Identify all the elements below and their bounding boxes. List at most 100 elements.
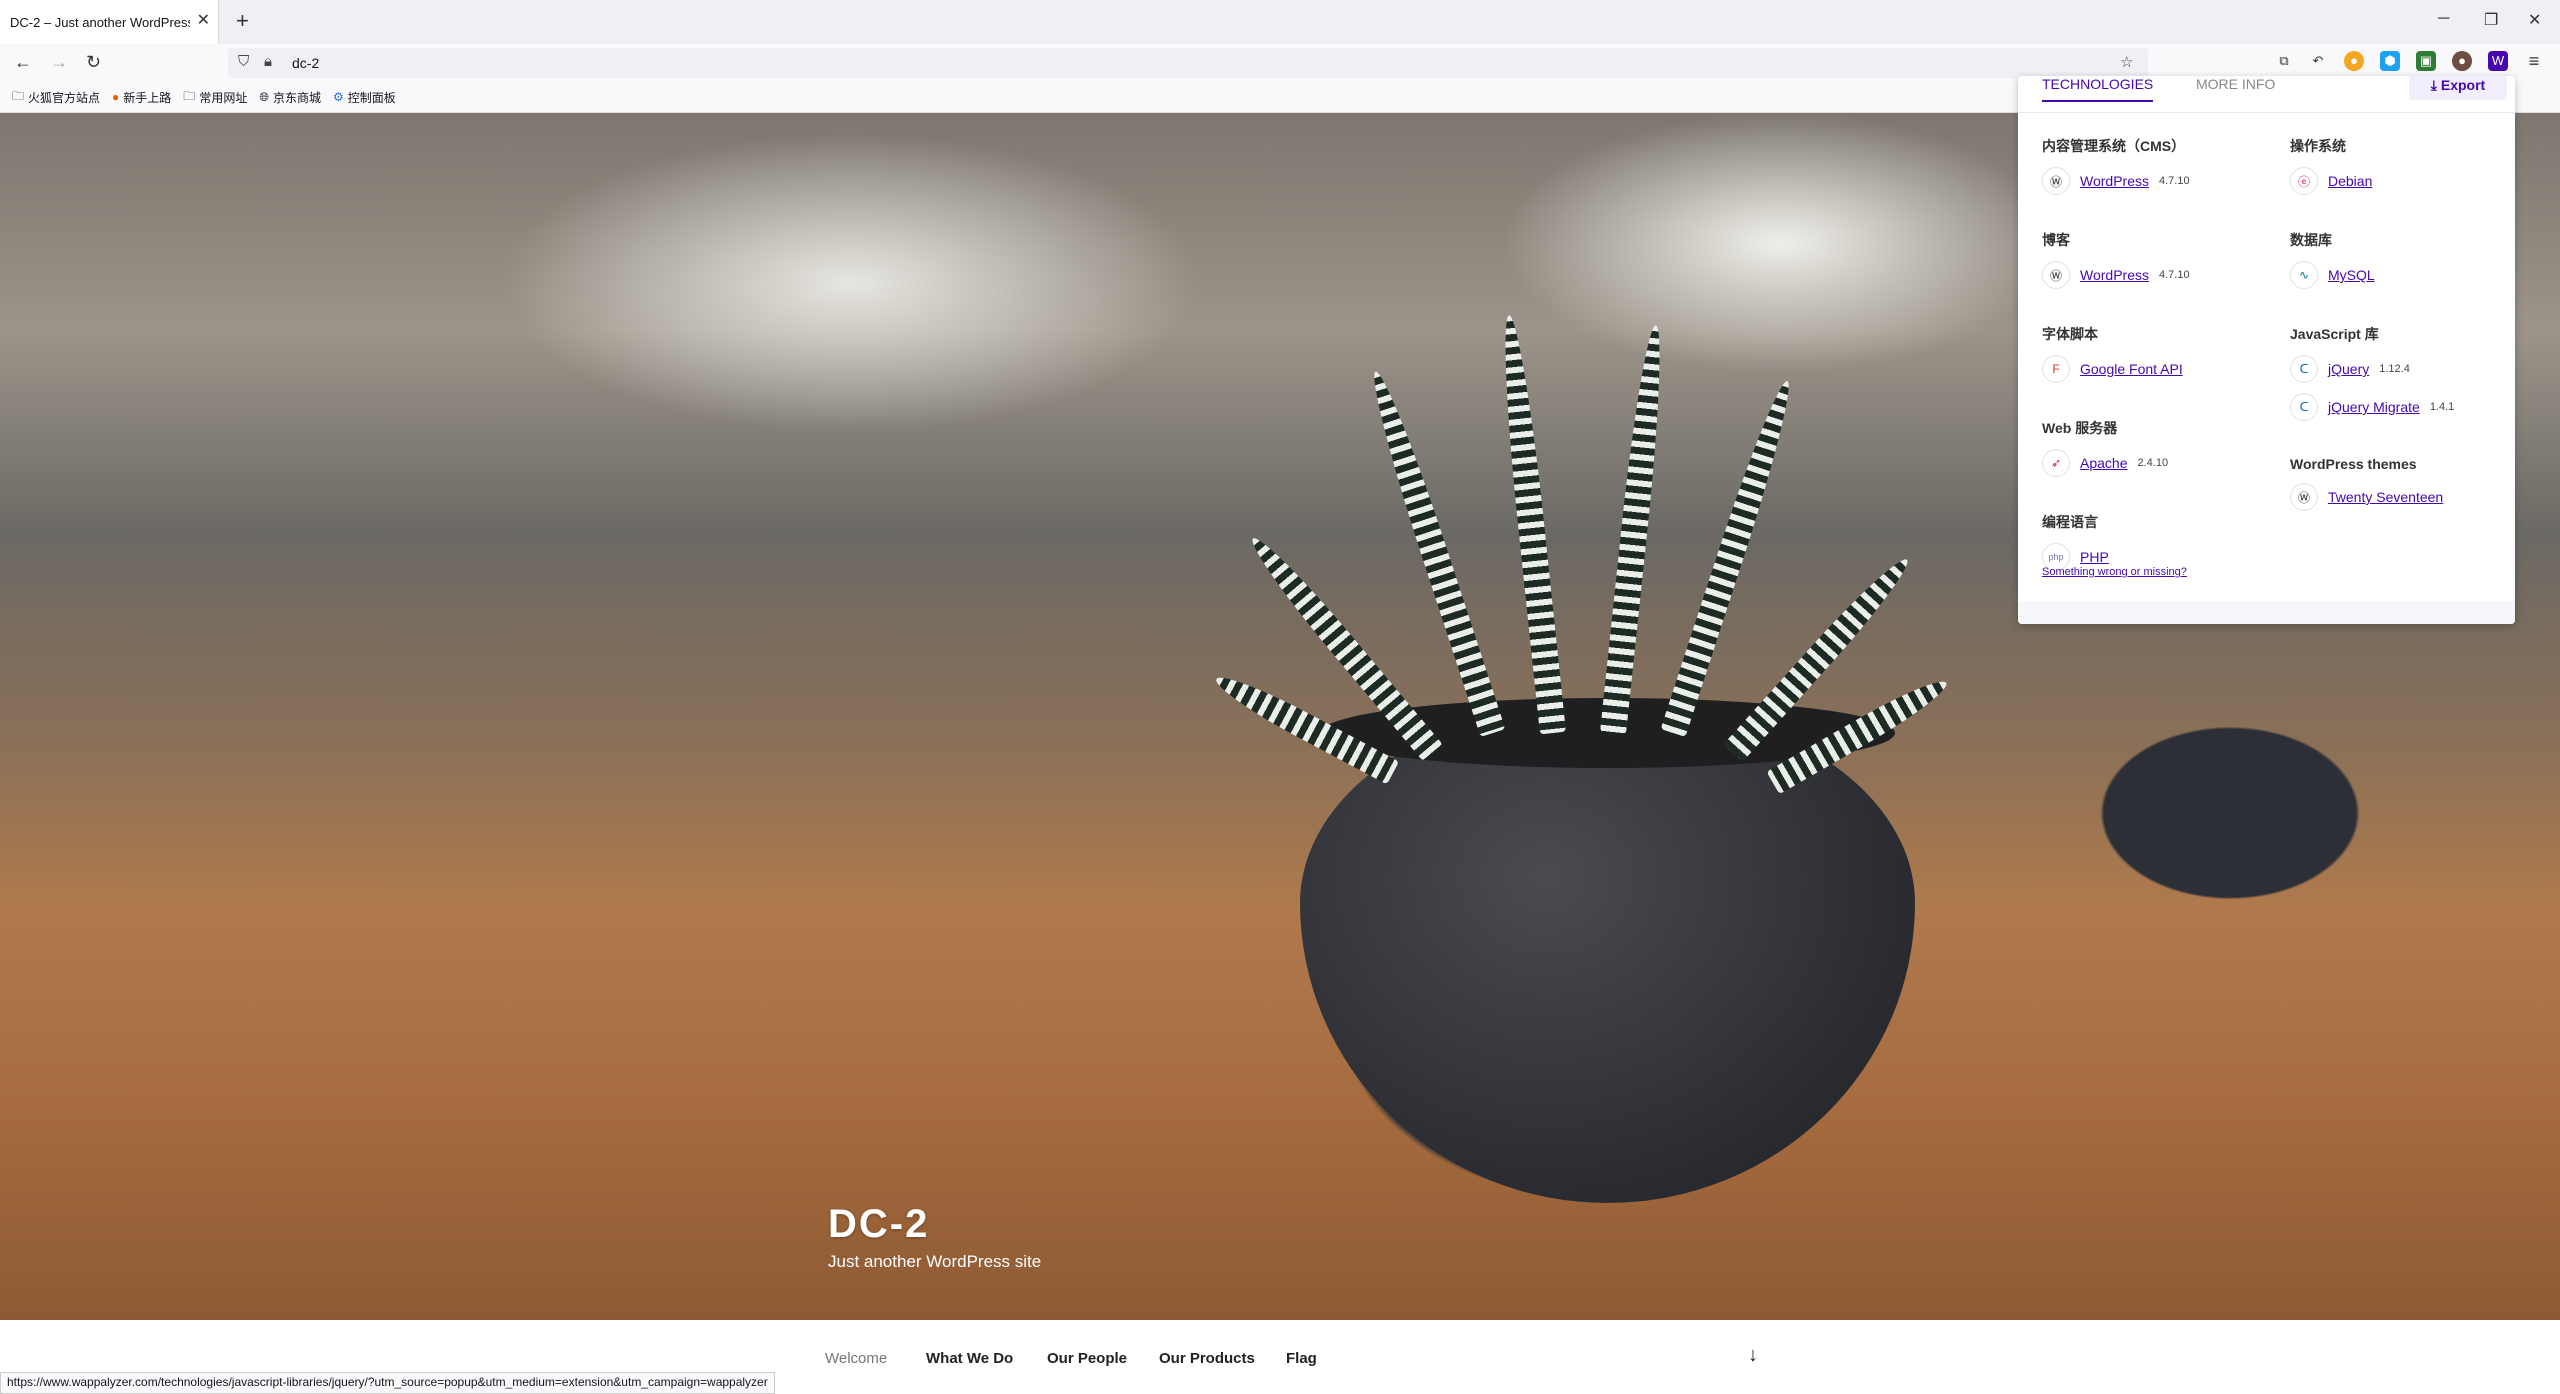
window-close-icon[interactable]: ✕ [2528, 10, 2541, 30]
category-label: 编程语言 [2042, 514, 2098, 530]
folder-icon: 🗀 [12, 88, 25, 103]
bookmark-item[interactable]: 🌐︎ 京东商城 [259, 89, 321, 106]
lock-icon[interactable]: 🔒︎ [264, 53, 272, 70]
popup-tabs: TECHNOLOGIES MORE INFO ⤓ Export [2018, 76, 2515, 113]
google-font-icon: F [2042, 355, 2070, 383]
tech-item[interactable]: Ⓦ Twenty Seventeen [2290, 482, 2454, 512]
tab-technologies[interactable]: TECHNOLOGIES [2042, 76, 2154, 102]
download-icon: ⤓ [2430, 77, 2437, 93]
extension-icon[interactable]: ● [2452, 51, 2472, 71]
plant-leaf [1496, 313, 1566, 735]
background-window [1500, 113, 2060, 373]
back-icon[interactable]: ← [14, 52, 32, 72]
shield-icon[interactable]: ⛉ [238, 53, 249, 70]
apache-icon: ➶ [2042, 449, 2070, 477]
mysql-icon: ∿ [2290, 261, 2318, 289]
tech-name[interactable]: MySQL [2328, 267, 2375, 283]
undo-icon[interactable]: ↶ [2308, 51, 2328, 71]
tab-bar: DC-2 – Just another WordPress site ✕ + ─… [0, 0, 2560, 44]
nav-item-our-people[interactable]: Our People [1047, 1350, 1127, 1367]
wappalyzer-icon[interactable]: W [2488, 51, 2508, 71]
menu-icon[interactable]: ≡ [2524, 51, 2544, 71]
reload-icon[interactable]: ↻ [86, 52, 101, 72]
control-panel-icon: ⚙ [332, 90, 344, 104]
tech-item[interactable]: ᑕ jQuery 1.12.4 [2290, 354, 2454, 384]
category-label: 内容管理系统（CMS） [2042, 138, 2186, 154]
tech-item[interactable]: F Google Font API [2042, 354, 2190, 384]
something-wrong-link[interactable]: Something wrong or missing? [2042, 566, 2187, 578]
tech-name[interactable]: WordPress [2080, 173, 2149, 189]
folder-icon: 🗀 [183, 88, 196, 103]
bookmark-item[interactable]: 🗀 火狐官方站点 [12, 87, 100, 108]
bookmark-star-icon[interactable]: ☆ [2120, 53, 2133, 71]
nav-item-flag[interactable]: Flag [1286, 1350, 1317, 1367]
tech-name[interactable]: Twenty Seventeen [2328, 489, 2443, 505]
tech-item[interactable]: ᑕ jQuery Migrate 1.4.1 [2290, 392, 2454, 422]
extension-icon[interactable]: ● [2344, 51, 2364, 71]
scroll-down-icon[interactable]: ↓ [1748, 1344, 1758, 1367]
url-bar[interactable]: ⛉ 🔒︎ dc-2 ☆ [228, 48, 2148, 78]
screenshot-icon[interactable]: ⧉ [2274, 51, 2294, 71]
tab-title: DC-2 – Just another WordPress site [10, 14, 190, 30]
close-icon[interactable]: ✕ [197, 13, 210, 29]
tech-name[interactable]: PHP [2080, 549, 2109, 565]
status-bar-url: https://www.wappalyzer.com/technologies/… [0, 1372, 775, 1394]
new-tab-icon[interactable]: + [236, 10, 249, 32]
forward-icon[interactable]: → [50, 52, 68, 72]
wappalyzer-popup: TECHNOLOGIES MORE INFO ⤓ Export 内容管理系统（C… [2018, 76, 2515, 624]
tech-item[interactable]: ➶ Apache 2.4.10 [2042, 448, 2190, 478]
category-label: 字体脚本 [2042, 326, 2098, 342]
tab-active[interactable]: DC-2 – Just another WordPress site ✕ [0, 0, 218, 44]
extension-icon[interactable]: ⬢ [2380, 51, 2400, 71]
tab-more-info[interactable]: MORE INFO [2196, 76, 2275, 92]
bookmark-item[interactable]: ● 新手上路 [112, 89, 171, 106]
category-label: 博客 [2042, 232, 2070, 248]
tech-version: 4.7.10 [2158, 175, 2190, 187]
globe-icon: 🌐︎ [259, 89, 269, 104]
nav-item-our-products[interactable]: Our Products [1159, 1350, 1255, 1367]
site-title[interactable]: DC-2 [828, 1202, 929, 1247]
tech-name[interactable]: jQuery [2328, 361, 2369, 377]
tech-item[interactable]: Ⓦ WordPress 4.7.10 [2042, 166, 2190, 196]
wordpress-icon: Ⓦ [2042, 167, 2070, 195]
tech-name[interactable]: WordPress [2080, 267, 2149, 283]
tech-item[interactable]: ∿ MySQL [2290, 260, 2454, 290]
tech-version: 1.12.4 [2379, 363, 2410, 375]
category-label: JavaScript 库 [2290, 326, 2379, 342]
site-description: Just another WordPress site [828, 1252, 1042, 1271]
tech-name[interactable]: jQuery Migrate [2328, 399, 2420, 415]
category-label: WordPress themes [2290, 456, 2417, 472]
plant-leaf [1600, 323, 1669, 735]
plant-pot [1300, 703, 1915, 1203]
minimize-icon[interactable]: ─ [2438, 10, 2449, 28]
tech-name[interactable]: Google Font API [2080, 361, 2183, 377]
tech-version: 4.7.10 [2158, 269, 2190, 281]
export-button[interactable]: ⤓ Export [2409, 76, 2507, 100]
background-window [500, 133, 1200, 433]
bookmark-item[interactable]: 🗀 常用网址 [183, 87, 247, 108]
bookmark-item[interactable]: ⚙ 控制面板 [333, 89, 396, 106]
debian-icon: ⓔ [2290, 167, 2318, 195]
jquery-icon: ᑕ [2290, 393, 2318, 421]
nav-item-what-we-do[interactable]: What We Do [926, 1350, 1013, 1367]
firefox-icon: ● [112, 90, 120, 104]
restore-icon[interactable]: ❐ [2484, 10, 2498, 30]
tech-column-left: 内容管理系统（CMS） Ⓦ WordPress 4.7.10 博客 Ⓦ Word… [2042, 136, 2190, 606]
tech-item[interactable]: ⓔ Debian [2290, 166, 2454, 196]
category-label: 操作系统 [2290, 138, 2346, 154]
category-label: Web 服务器 [2042, 420, 2118, 436]
tech-column-right: 操作系统 ⓔ Debian 数据库 ∿ MySQL JavaScript 库 ᑕ… [2290, 136, 2454, 546]
extension-icon[interactable]: ▣ [2416, 51, 2436, 71]
popup-footer [2018, 601, 2515, 624]
url-text[interactable]: dc-2 [292, 55, 319, 71]
jquery-icon: ᑕ [2290, 355, 2318, 383]
tech-item[interactable]: Ⓦ WordPress 4.7.10 [2042, 260, 2190, 290]
tech-name[interactable]: Debian [2328, 173, 2372, 189]
tech-version: 1.4.1 [2429, 401, 2455, 413]
nav-item-welcome[interactable]: Welcome [825, 1350, 887, 1367]
tech-name[interactable]: Apache [2080, 455, 2127, 471]
category-label: 数据库 [2290, 232, 2332, 248]
tech-version: 2.4.10 [2137, 457, 2169, 469]
wordpress-icon: Ⓦ [2290, 483, 2318, 511]
wordpress-icon: Ⓦ [2042, 261, 2070, 289]
